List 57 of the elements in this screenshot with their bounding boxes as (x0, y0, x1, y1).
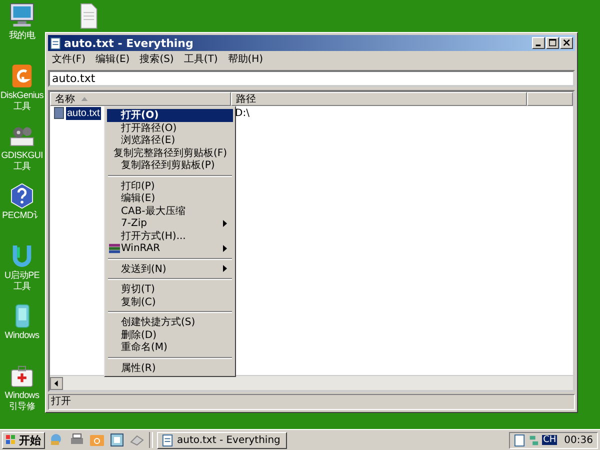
menu-item[interactable]: 编辑(E) (92, 53, 134, 67)
icon-label: Windows 引导修 (4, 390, 40, 412)
menu-item[interactable]: 打开方式(H)... (107, 230, 233, 242)
sort-arrow-icon (81, 97, 88, 101)
taskbar-button[interactable]: auto.txt - Everything (157, 432, 287, 448)
icon-label: Windows (4, 330, 40, 341)
icon-label: U启动PE 工具 (3, 270, 40, 292)
menu-item[interactable]: CAB-最大压缩 (107, 204, 233, 217)
menu-item[interactable]: 浏览路径(E) (107, 134, 233, 146)
icon-label: PECMD讠 (2, 210, 42, 221)
menu-item[interactable]: 打印(P) (107, 180, 233, 192)
maximize-icon (548, 39, 556, 47)
file-icon (54, 107, 64, 119)
file-path: D:\ (234, 108, 250, 118)
horizontal-scrollbar[interactable] (50, 375, 573, 390)
close-icon (562, 39, 570, 47)
menu-item[interactable]: WinRAR (107, 242, 233, 254)
maximize-button[interactable] (546, 37, 559, 49)
document-icon (162, 434, 173, 446)
column-header[interactable]: 路径 (231, 92, 527, 106)
icon-label: GDISKGUI 工具 (0, 150, 44, 172)
menu-item[interactable]: 编辑(E) (107, 192, 233, 204)
file-name[interactable]: auto.txt (66, 106, 101, 120)
menu-item[interactable]: 打开路径(O) (107, 122, 233, 134)
minimize-button[interactable] (532, 37, 545, 49)
column-header[interactable]: 名称 (50, 92, 231, 106)
menu-item[interactable]: 复制路径到剪贴板(P) (107, 159, 233, 172)
close-button[interactable] (560, 37, 573, 49)
menu-item[interactable]: 发送到(N) (107, 262, 233, 275)
menu-item[interactable]: 复制完整路径到剪贴板(F) (107, 146, 233, 159)
clock: 00:36 (563, 434, 593, 446)
menu-item[interactable]: 属性(R) (107, 362, 233, 374)
language-indicator[interactable]: CH (542, 435, 558, 445)
document-icon[interactable] (514, 434, 526, 446)
menu-item[interactable]: 工具(T) (180, 53, 222, 67)
status-bar: 打开 (48, 394, 575, 410)
icon-label: 我的电 (8, 30, 36, 41)
menu-item[interactable]: 创建快捷方式(S) (107, 316, 233, 328)
menu-item[interactable]: 文件(F) (48, 53, 90, 67)
menu-item[interactable]: 剪切(T) (107, 283, 233, 296)
search-field[interactable]: auto.txt (48, 70, 575, 87)
scroll-left-icon[interactable] (50, 376, 63, 390)
start-button[interactable]: 开始 (2, 432, 45, 448)
menu-item[interactable]: 7-Zip (107, 217, 233, 230)
frame-icon[interactable] (109, 432, 125, 448)
menu-item[interactable]: 搜索(S) (136, 53, 178, 67)
window-title: auto.txt - Everything (64, 36, 194, 50)
menu-item[interactable]: 帮助(H) (224, 53, 268, 67)
icon-label: DiskGenius 工具 (0, 90, 44, 112)
menu-item[interactable]: 打开(O) (107, 109, 233, 122)
menu-item[interactable]: 复制(C) (107, 296, 233, 308)
menu-item[interactable]: 重命名(M) (107, 341, 233, 354)
menu-item[interactable]: 删除(D) (107, 328, 233, 341)
help-icon[interactable] (8, 182, 36, 210)
books-icon (109, 242, 120, 254)
windows-logo-icon (6, 435, 16, 445)
document-icon (50, 36, 61, 50)
